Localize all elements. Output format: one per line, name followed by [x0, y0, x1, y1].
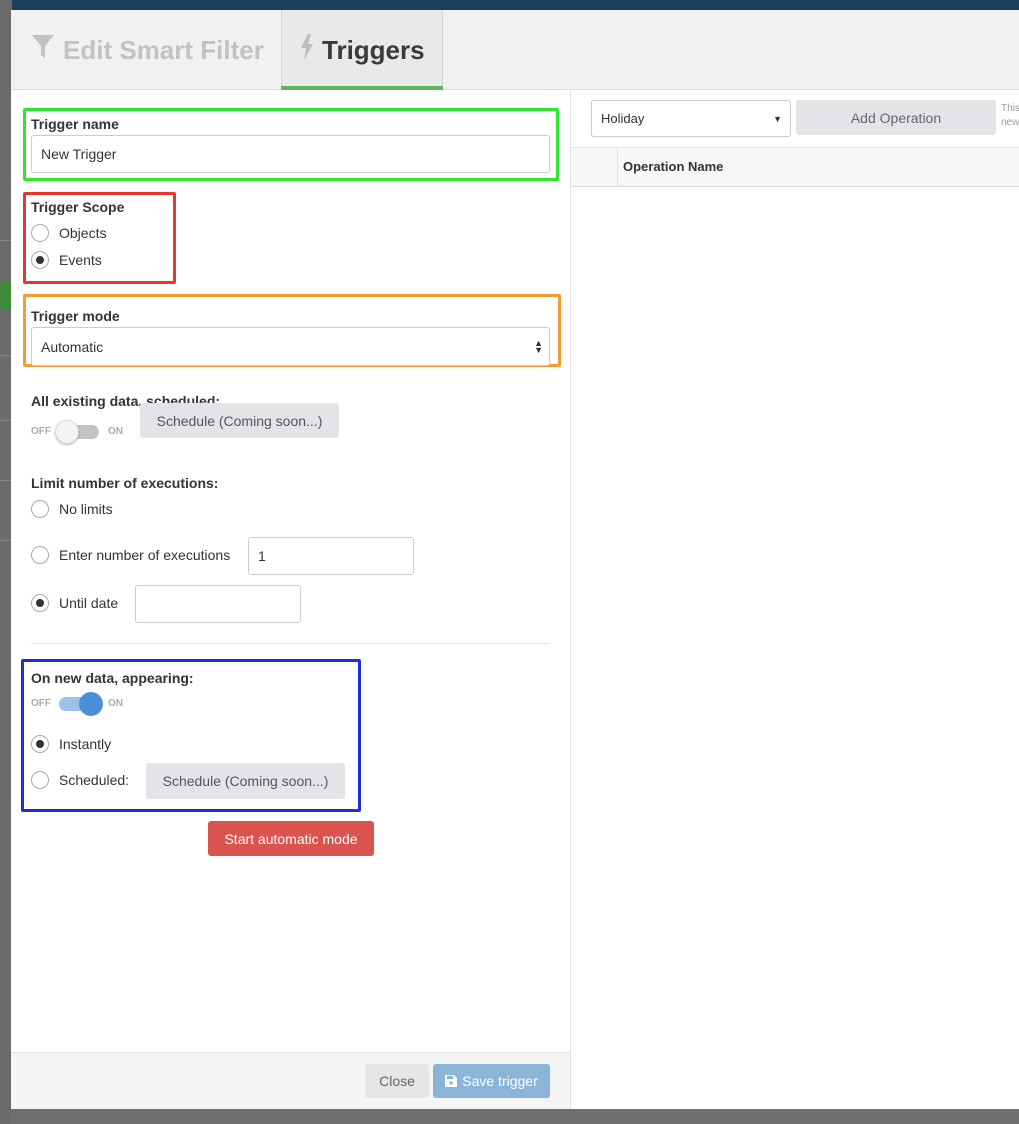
operation-type-value: Holiday — [601, 111, 645, 126]
table-column-divider — [617, 148, 618, 187]
trigger-name-label: Trigger name — [31, 116, 119, 132]
bolt-icon — [300, 33, 314, 67]
hint-line-2: new — [1001, 117, 1019, 128]
limit-number-radio[interactable] — [31, 546, 49, 564]
existing-toggle-knob[interactable] — [55, 420, 79, 444]
limit-none-radio[interactable] — [31, 500, 49, 518]
limit-until-label: Until date — [59, 595, 119, 611]
save-icon — [445, 1075, 458, 1087]
limit-label: Limit number of executions: — [31, 475, 219, 491]
start-automatic-mode-button[interactable]: Start automatic mode — [208, 821, 374, 856]
new-data-schedule-button[interactable]: Schedule (Coming soon...) — [146, 763, 345, 799]
operation-type-select[interactable]: Holiday ▼ — [591, 100, 791, 137]
existing-toggle-on-label: ON — [108, 426, 123, 437]
limit-none-label: No limits — [59, 501, 113, 517]
trigger-name-input[interactable]: New Trigger — [31, 135, 550, 173]
operations-table-header: Operation Name — [571, 148, 1019, 187]
scope-objects-label: Objects — [59, 225, 107, 241]
trigger-mode-label: Trigger mode — [31, 308, 120, 324]
background-overlay — [11, 1109, 1019, 1124]
trigger-modal: Edit Smart Filter Triggers Trigger name … — [11, 10, 1019, 1109]
limit-number-label: Enter number of executions — [59, 547, 231, 563]
trigger-scope-label: Trigger Scope — [31, 199, 125, 215]
scope-events-radio[interactable] — [31, 251, 49, 269]
new-data-scheduled-label: Scheduled: — [59, 772, 130, 788]
hint-line-1: This — [1001, 103, 1019, 114]
new-data-instantly-label: Instantly — [59, 736, 112, 752]
scope-events-label: Events — [59, 252, 102, 268]
new-data-label: On new data, appearing: — [31, 670, 194, 686]
trigger-mode-select[interactable]: Automatic ▲ ▼ — [31, 327, 550, 366]
new-data-toggle-knob[interactable] — [79, 692, 103, 716]
filter-icon — [31, 34, 55, 67]
save-trigger-label: Save trigger — [462, 1073, 538, 1089]
new-data-instantly-radio[interactable] — [31, 735, 49, 753]
trigger-mode-value: Automatic — [41, 338, 104, 355]
executions-number-input[interactable]: 1 — [248, 537, 414, 575]
modal-footer: Close Save trigger — [11, 1052, 570, 1109]
operation-hint: This new — [1001, 102, 1019, 130]
add-operation-button[interactable]: Add Operation — [796, 100, 996, 135]
new-data-toggle-off-label: OFF — [31, 698, 51, 709]
operation-name-header[interactable]: Operation Name — [623, 159, 723, 174]
modal-tabs: Edit Smart Filter Triggers — [11, 10, 1019, 90]
caret-down-icon: ▼ — [773, 114, 782, 124]
new-data-scheduled-radio[interactable] — [31, 771, 49, 789]
section-divider — [31, 643, 550, 644]
close-button[interactable]: Close — [365, 1064, 429, 1098]
save-trigger-button[interactable]: Save trigger — [433, 1064, 550, 1098]
existing-schedule-button[interactable]: Schedule (Coming soon...) — [140, 403, 339, 438]
tab-label: Edit Smart Filter — [63, 34, 264, 65]
limit-until-radio[interactable] — [31, 594, 49, 612]
background-app-header — [0, 0, 1019, 10]
trigger-settings-pane: Trigger name New Trigger Trigger Scope O… — [11, 90, 570, 1052]
select-arrows-icon: ▲ ▼ — [534, 338, 543, 355]
existing-toggle-off-label: OFF — [31, 426, 51, 437]
until-date-input[interactable] — [135, 585, 301, 623]
tab-triggers[interactable]: Triggers — [281, 10, 443, 90]
new-data-toggle-on-label: ON — [108, 698, 123, 709]
operations-pane: Holiday ▼ Add Operation This new Operati… — [571, 90, 1019, 1109]
scope-objects-radio[interactable] — [31, 224, 49, 242]
tab-label: Triggers — [322, 34, 425, 65]
tab-edit-smart-filter[interactable]: Edit Smart Filter — [11, 10, 280, 90]
